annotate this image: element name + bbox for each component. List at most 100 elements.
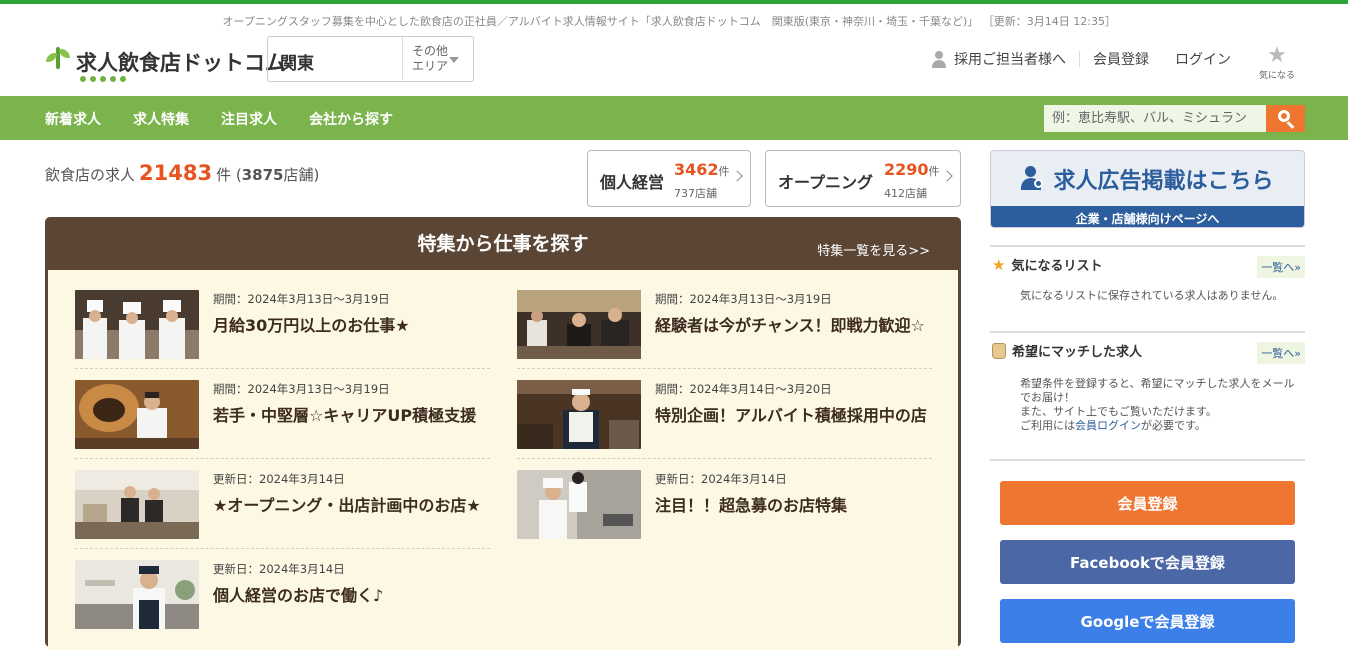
category-shops: 737店舗: [674, 187, 717, 200]
feature-card-title: 個人経営のお店で働く♪: [213, 586, 384, 605]
category-shops: 412店舗: [884, 187, 927, 200]
feature-card[interactable]: 期間：2024年3月14日～3月20日 特別企画！アルバイト積極採用中の店: [517, 380, 932, 468]
search-button[interactable]: [1266, 105, 1305, 132]
favorite-list-box: ★ 気になるリスト 一覧へ» 気になるリストに保存されている求人はありません。: [990, 245, 1305, 331]
search-bar: [1044, 105, 1305, 132]
header-links: 採用ご担当者様へ 会員登録 ログイン ★ 気になる: [918, 36, 1348, 82]
recruiter-link[interactable]: 採用ご担当者様へ: [918, 49, 1079, 69]
feature-date: 更新日：2024年3月14日: [213, 562, 345, 576]
job-count-summary: 飲食店の求人 21483 件 (3875店舗): [45, 161, 319, 185]
job-count: 21483: [139, 161, 213, 185]
feature-date: 期間：2024年3月14日～3月20日: [655, 382, 832, 396]
count-prefix: 飲食店の求人: [45, 166, 136, 184]
feature-section: 特集から仕事を探す 特集一覧を見る>> 期間：2024年3月13日～3月19日 …: [45, 217, 961, 650]
feature-thumbnail: [75, 560, 199, 629]
global-nav: 新着求人 求人特集 注目求人 会社から探す: [0, 96, 1348, 140]
nav-search-company[interactable]: 会社から探す: [309, 109, 393, 129]
area-selector[interactable]: 関東 その他 エリア: [267, 36, 474, 82]
register-link[interactable]: 会員登録: [1080, 49, 1162, 69]
feature-date: 更新日：2024年3月14日: [213, 472, 345, 486]
feature-card[interactable]: 期間：2024年3月13日～3月19日 月給30万円以上のお仕事★: [75, 290, 490, 378]
ad-title: 求人広告掲載はこちら: [1053, 168, 1274, 194]
area-other-button[interactable]: その他 エリア: [403, 37, 473, 81]
login-link[interactable]: ログイン: [1162, 49, 1244, 69]
search-input[interactable]: [1044, 105, 1266, 132]
category-name: 個人経営: [600, 173, 665, 192]
favorite-list-link[interactable]: 一覧へ»: [1257, 256, 1305, 278]
divider: [75, 368, 490, 369]
facebook-register-button[interactable]: Facebookで会員登録: [1000, 540, 1295, 584]
nav-features[interactable]: 求人特集: [133, 109, 189, 129]
feature-date: 期間：2024年3月13日～3月19日: [213, 292, 390, 306]
feature-date: 期間：2024年3月13日～3月19日: [213, 382, 390, 396]
shop-count: 3875: [241, 166, 284, 184]
feature-thumbnail: [75, 470, 199, 539]
divider: [75, 458, 490, 459]
feature-card-title: 月給30万円以上のお仕事★: [213, 316, 410, 335]
chevron-right-icon: [941, 170, 953, 182]
feature-more-link[interactable]: 特集一覧を見る>>: [817, 240, 930, 259]
matching-jobs-link[interactable]: 一覧へ»: [1257, 342, 1305, 364]
nav-new-jobs[interactable]: 新着求人: [45, 109, 101, 129]
feature-card[interactable]: 期間：2024年3月13日～3月19日 経験者は今がチャンス！即戦力歓迎☆: [517, 290, 932, 378]
feature-card[interactable]: 更新日：2024年3月14日 個人経営のお店で働く♪: [75, 560, 490, 648]
feature-date: 期間：2024年3月13日～3月19日: [655, 292, 832, 306]
favorite-label: 気になる: [1258, 71, 1295, 81]
favorite-list-empty-text: 気になるリストに保存されている求人はありません。: [1020, 289, 1284, 302]
person-icon: [931, 50, 948, 68]
tagline-text: オープニングスタッフ募集を中心とした飲食店の正社員／アルバイト求人情報サイト「求…: [222, 15, 979, 28]
chevron-down-icon: [449, 57, 459, 63]
category-individual[interactable]: 個人経営 3462件 737店舗: [587, 150, 751, 207]
matching-text-line: 希望条件を登録すると、希望にマッチした求人をメールでお届け！: [1020, 377, 1295, 404]
nav-attention-jobs[interactable]: 注目求人: [221, 109, 277, 129]
thumbs-up-icon: [992, 342, 1006, 359]
leaf-logo-icon: [44, 45, 72, 79]
feature-card-title: 経験者は今がチャンス！即戦力歓迎☆: [655, 316, 925, 335]
matching-jobs-box: 希望にマッチした求人 一覧へ» 希望条件を登録すると、希望にマッチした求人をメー…: [990, 331, 1305, 459]
feature-card-title: 特別企画！アルバイト積極採用中の店: [655, 406, 927, 425]
area-other-line2: エリア: [412, 59, 449, 73]
category-count: 3462件: [674, 160, 730, 179]
feature-card[interactable]: 更新日：2024年3月14日 注目！！超急募のお店特集: [517, 470, 932, 558]
register-button[interactable]: 会員登録: [1000, 481, 1295, 525]
chevron-right-icon: [731, 170, 743, 182]
divider: [517, 368, 932, 369]
shops-unit: 店舗): [283, 166, 320, 184]
recruiter-link-label: 採用ご担当者様へ: [954, 52, 1066, 68]
feature-thumbnail: [517, 290, 641, 359]
feature-thumbnail: [517, 380, 641, 449]
matching-jobs-title: 希望にマッチした求人: [1012, 345, 1143, 360]
google-register-button[interactable]: Googleで会員登録: [1000, 599, 1295, 643]
feature-thumbnail: [517, 470, 641, 539]
feature-date: 更新日：2024年3月14日: [655, 472, 787, 486]
count-unit: 件: [216, 166, 232, 184]
update-time: ［更新：3月14日 12:35］: [988, 15, 1116, 28]
area-other-line1: その他: [412, 44, 449, 58]
site-logo[interactable]: 求人飲食店ドットコム: [44, 45, 286, 82]
category-name: オープニング: [778, 173, 874, 192]
logo-dots: [80, 76, 126, 82]
star-icon: ★: [992, 255, 1006, 274]
ad-listing-banner[interactable]: 求人広告掲載はこちら 企業・店舗様向けページへ: [990, 150, 1305, 228]
divider: [75, 548, 490, 549]
feature-card-title: ★オープニング・出店計画中のお店★: [213, 496, 481, 515]
category-count: 2290件: [884, 160, 940, 179]
favorite-button[interactable]: ★ 気になる: [1248, 37, 1306, 82]
register-buttons: 会員登録 Facebookで会員登録 Googleで会員登録: [990, 459, 1305, 644]
feature-card-title: 若手・中堅層☆キャリアUP積極支援: [213, 406, 477, 425]
favorite-list-title: 気になるリスト: [1011, 259, 1103, 274]
star-icon: ★: [1267, 43, 1287, 68]
feature-card[interactable]: 期間：2024年3月13日～3月19日 若手・中堅層☆キャリアUP積極支援: [75, 380, 490, 468]
matching-text-pre: ご利用には: [1020, 419, 1075, 432]
ad-subtitle: 企業・店舗様向けページへ: [991, 206, 1304, 227]
main-content: 飲食店の求人 21483 件 (3875店舗) 個人経営 3462件 737店舗 オ…: [45, 150, 961, 650]
feature-thumbnail: [75, 290, 199, 359]
matching-text-post: が必要です。: [1141, 419, 1206, 432]
header: 求人飲食店ドットコム 関東 その他 エリア 採用ご担当者様へ 会員登録 ログイン…: [0, 36, 1348, 96]
member-login-link[interactable]: 会員ログイン: [1075, 419, 1141, 432]
feature-thumbnail: [75, 380, 199, 449]
person-search-icon: [1021, 165, 1045, 192]
category-opening[interactable]: オープニング 2290件 412店舗: [765, 150, 961, 207]
feature-card[interactable]: 更新日：2024年3月14日 ★オープニング・出店計画中のお店★: [75, 470, 490, 558]
feature-card-title: 注目！！超急募のお店特集: [655, 496, 848, 515]
